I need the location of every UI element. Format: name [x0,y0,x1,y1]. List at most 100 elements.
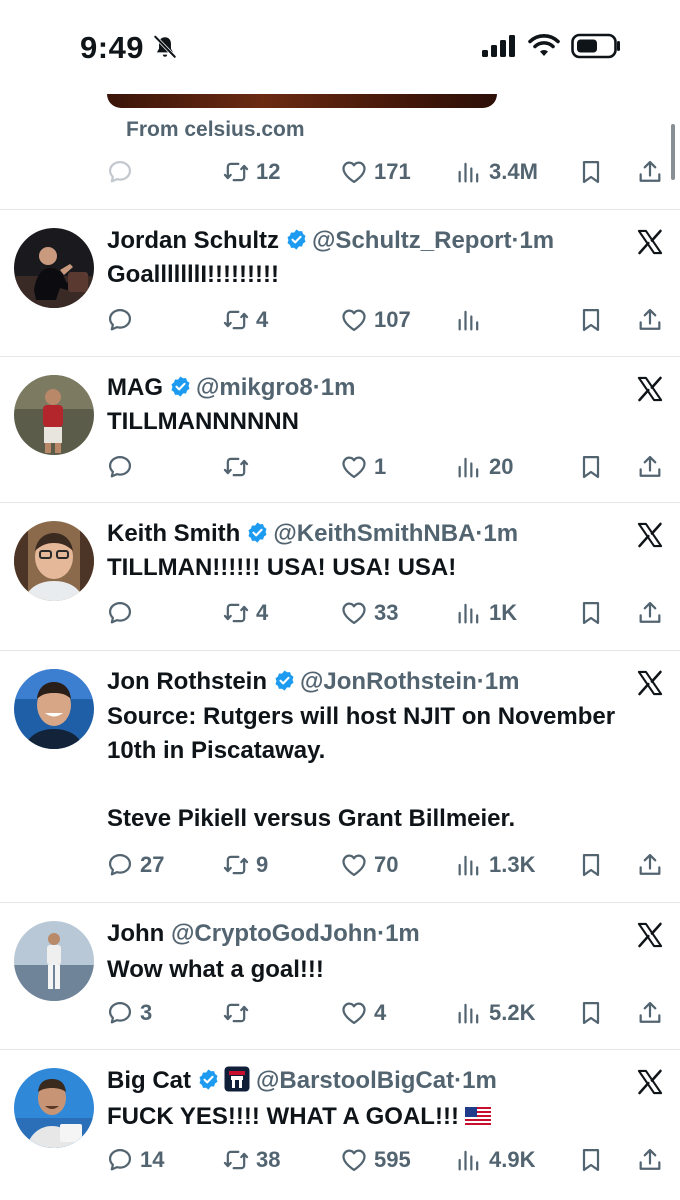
retweet-icon [222,453,250,481]
tweet-item[interactable]: Jon Rothstein @JonRothstein·1m Source: Ru… [0,651,680,903]
share-button[interactable] [636,999,670,1027]
promoted-tweet[interactable]: From celsius.com 12 171 3.4M [0,94,680,210]
tweet-item[interactable]: MAG @mikgro8·1m TILLMANNNNNN 1 20 [0,357,680,503]
reply-button[interactable] [106,599,140,627]
like-button[interactable]: 33 [340,599,398,627]
avatar[interactable] [14,669,94,749]
status-bar: 9:49 [0,0,680,94]
avatar[interactable] [14,375,94,455]
bookmark-icon [577,851,605,879]
share-button[interactable] [636,851,670,879]
avatar[interactable] [14,921,94,1001]
username-handle[interactable]: @Schultz_Report [312,227,511,254]
timestamp[interactable]: 1m [462,1067,497,1094]
reply-button[interactable]: 27 [106,851,164,879]
tweet-text: GoalllllllI!!!!!!!!! [107,261,279,288]
x-logo-icon[interactable] [636,921,664,949]
retweet-icon [222,999,250,1027]
avatar[interactable] [14,521,94,601]
timestamp[interactable]: 1m [385,920,420,947]
reply-button[interactable] [106,453,140,481]
views-button[interactable]: 1.3K [455,851,535,879]
display-name[interactable]: John [107,920,164,947]
avatar[interactable] [14,1068,94,1148]
retweet-button[interactable]: 38 [222,1146,280,1174]
x-logo-icon[interactable] [636,669,664,697]
views-button[interactable]: 5.2K [455,999,535,1027]
tweet-item[interactable]: Big Cat @BarstoolBigCat·1m FUCK YES!!!! W… [0,1050,680,1200]
retweet-button[interactable]: 4 [222,599,268,627]
share-button[interactable] [636,1146,670,1174]
promo-source-link[interactable]: From celsius.com [126,118,305,142]
retweet-button[interactable] [222,453,256,481]
bookmark-button[interactable] [577,158,611,186]
display-name[interactable]: Keith Smith [107,520,240,547]
reply-button[interactable]: 3 [106,999,152,1027]
share-button[interactable] [636,306,670,334]
x-logo-icon[interactable] [636,228,664,256]
x-logo-icon[interactable] [636,1068,664,1096]
view-count: 1.3K [489,852,536,877]
reply-button[interactable]: 14 [106,1146,164,1174]
timestamp[interactable]: 1m [519,227,554,254]
views-button[interactable] [455,306,489,334]
views-button[interactable]: 4.9K [455,1146,535,1174]
reply-icon [106,158,134,186]
heart-icon [340,453,368,481]
share-button[interactable] [636,599,670,627]
like-button[interactable]: 171 [340,158,411,186]
retweet-button[interactable]: 4 [222,306,268,334]
timestamp[interactable]: 1m [485,668,520,695]
promoted-media-image[interactable] [107,94,497,108]
reply-button[interactable] [106,158,140,186]
bookmark-button[interactable] [577,999,611,1027]
display-name[interactable]: MAG [107,374,163,401]
views-button[interactable]: 20 [455,453,513,481]
retweet-icon [222,851,250,879]
username-handle[interactable]: @BarstoolBigCat [256,1067,454,1094]
display-name[interactable]: Jordan Schultz [107,227,279,254]
scrollbar[interactable] [671,124,675,180]
tweet-header: Jordan Schultz @Schultz_Report·1m [107,227,555,254]
retweet-button[interactable] [222,999,256,1027]
retweet-count: 38 [256,1147,281,1172]
bookmark-button[interactable] [577,599,611,627]
avatar[interactable] [14,228,94,308]
x-logo-icon[interactable] [636,375,664,403]
cellular-signal-icon [482,35,515,57]
reply-button[interactable] [106,306,140,334]
heart-icon [340,158,368,186]
username-handle[interactable]: @CryptoGodJohn [171,920,377,947]
bookmark-button[interactable] [577,306,611,334]
tweet-header: Keith Smith @KeithSmithNBA·1m [107,520,519,547]
view-count: 4.9K [489,1147,536,1172]
like-button[interactable]: 70 [340,851,398,879]
timestamp[interactable]: 1m [321,374,356,401]
username-handle[interactable]: @KeithSmithNBA [273,520,475,547]
like-button[interactable]: 595 [340,1146,411,1174]
display-name[interactable]: Jon Rothstein [107,668,267,695]
bookmark-button[interactable] [577,453,611,481]
tweet-item[interactable]: John @CryptoGodJohn·1m Wow what a goal!!… [0,903,680,1050]
like-button[interactable]: 1 [340,453,386,481]
verified-badge-icon [285,228,308,251]
tweet-item[interactable]: Jordan Schultz @Schultz_Report·1m Goallll… [0,210,680,357]
timestamp[interactable]: 1m [483,520,518,547]
bookmark-button[interactable] [577,1146,611,1174]
x-logo-icon[interactable] [636,521,664,549]
share-button[interactable] [636,453,670,481]
reply-count: 14 [140,1147,165,1172]
like-button[interactable]: 107 [340,306,411,334]
display-name[interactable]: Big Cat [107,1067,191,1094]
retweet-count: 4 [256,600,269,625]
bookmark-button[interactable] [577,851,611,879]
views-button[interactable]: 1K [455,599,517,627]
tweet-item[interactable]: Keith Smith @KeithSmithNBA·1m TILLMAN!!!!… [0,503,680,651]
share-button[interactable] [636,158,670,186]
username-handle[interactable]: @mikgro8 [196,374,313,401]
username-handle[interactable]: @JonRothstein [300,668,477,695]
like-button[interactable]: 4 [340,999,386,1027]
views-button[interactable]: 3.4M [455,158,538,186]
retweet-button[interactable]: 12 [222,158,280,186]
retweet-button[interactable]: 9 [222,851,268,879]
